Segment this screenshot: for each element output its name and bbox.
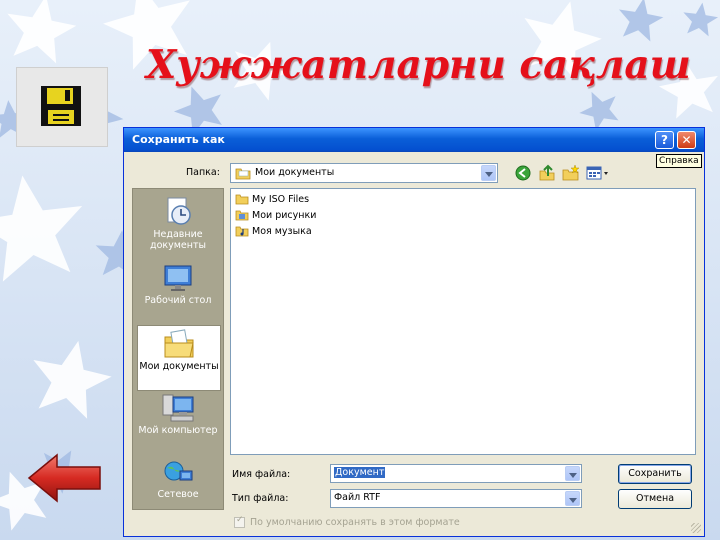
my-documents-icon (164, 329, 194, 358)
filename-label: Имя файла: (232, 469, 291, 480)
pictures-folder-icon (235, 210, 249, 221)
filetype-select[interactable]: Файл RTF (330, 489, 582, 508)
list-item[interactable]: Моя музыка (235, 225, 312, 239)
floppy-disk-icon (41, 86, 81, 126)
place-label: Недавние документы (150, 229, 206, 251)
desktop-icon (164, 265, 192, 291)
file-name: Мои рисунки (252, 210, 317, 221)
new-folder-icon[interactable] (562, 164, 580, 182)
dialog-titlebar[interactable]: Сохранить как ? ✕ (124, 128, 704, 152)
place-label: Мои документы (139, 361, 219, 372)
place-label: Рабочий стол (144, 295, 212, 306)
help-tooltip: Справка (656, 154, 702, 168)
list-item[interactable]: Мои рисунки (235, 209, 316, 223)
back-icon[interactable] (514, 164, 532, 182)
chevron-down-icon[interactable] (481, 165, 496, 181)
filename-input[interactable]: Документ (334, 467, 386, 478)
close-button[interactable]: ✕ (677, 131, 696, 149)
file-name: Моя музыка (252, 226, 312, 237)
views-menu-icon[interactable] (586, 164, 610, 182)
places-bar: Недавние документы Рабочий стол Мои доку… (132, 188, 224, 510)
place-recent-documents[interactable]: Недавние документы (137, 195, 219, 251)
place-my-documents[interactable]: Мои документы (137, 325, 221, 391)
chevron-down-icon[interactable] (565, 491, 580, 506)
back-arrow-button[interactable] (27, 453, 103, 503)
up-folder-icon[interactable] (538, 164, 556, 182)
filename-combobox[interactable]: Документ (330, 464, 582, 483)
file-list[interactable]: My ISO Files Мои рисунки Моя музыка (230, 188, 696, 455)
save-button[interactable]: Сохранить (618, 464, 692, 484)
my-computer-icon (162, 394, 194, 422)
folder-value: Мои документы (255, 167, 335, 178)
slide-title: Хужжатларни сақлаш (146, 42, 691, 88)
floppy-box (16, 67, 108, 147)
folder-icon (235, 194, 249, 205)
list-item[interactable]: My ISO Files (235, 193, 309, 207)
help-button[interactable]: ? (655, 131, 674, 149)
place-network[interactable]: Сетевое (137, 459, 219, 500)
cancel-button[interactable]: Отмена (618, 489, 692, 509)
place-label: Мой компьютер (138, 425, 218, 436)
recent-documents-icon (167, 197, 191, 225)
dialog-title: Сохранить как (132, 133, 225, 146)
folder-label: Папка: (186, 167, 220, 178)
place-label: Сетевое (157, 489, 199, 500)
default-format-checkbox[interactable] (234, 515, 245, 528)
resize-grip[interactable] (691, 523, 701, 533)
folder-combobox[interactable]: Мои документы (230, 163, 498, 183)
place-desktop[interactable]: Рабочий стол (137, 263, 219, 306)
file-name: My ISO Files (252, 194, 310, 205)
filetype-value: Файл RTF (334, 492, 381, 503)
filetype-label: Тип файла: (232, 493, 289, 504)
default-format-label: По умолчанию сохранять в этом формате (250, 517, 460, 528)
place-my-computer[interactable]: Мой компьютер (137, 393, 219, 436)
save-as-dialog: Сохранить как ? ✕ Папка: Мои документы Н… (123, 127, 705, 537)
chevron-down-icon[interactable] (565, 466, 580, 481)
music-folder-icon (235, 226, 249, 237)
network-icon (164, 461, 193, 481)
folder-open-icon (235, 168, 251, 180)
